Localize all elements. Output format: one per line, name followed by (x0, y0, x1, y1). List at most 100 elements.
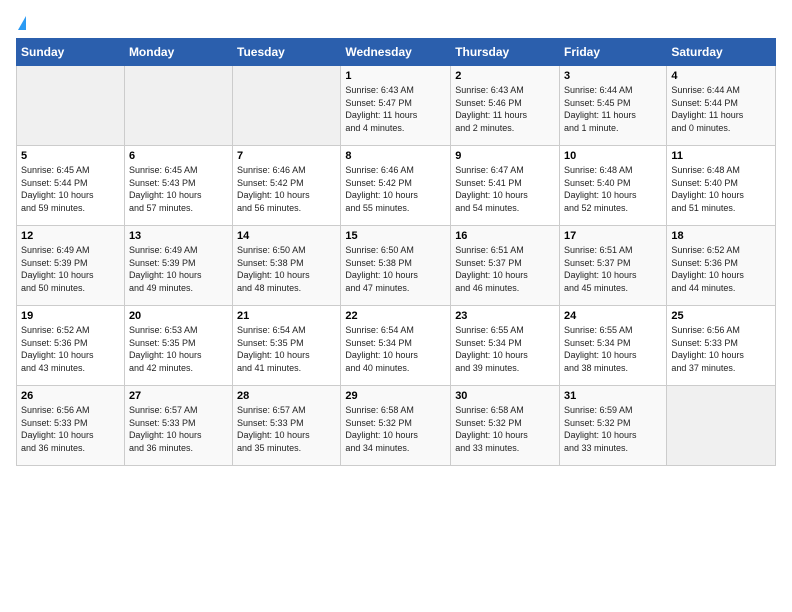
calendar-cell: 16 Sunrise: 6:51 AM Sunset: 5:37 PM Dayli… (451, 226, 560, 306)
day-number: 19 (21, 310, 120, 322)
week-row-3: 12 Sunrise: 6:49 AM Sunset: 5:39 PM Dayli… (17, 226, 776, 306)
day-number: 27 (129, 390, 228, 402)
calendar-cell: 4 Sunrise: 6:44 AM Sunset: 5:44 PM Daylig… (667, 66, 776, 146)
calendar-cell (17, 66, 125, 146)
day-info: Sunrise: 6:49 AM Sunset: 5:39 PM Dayligh… (129, 244, 228, 294)
day-info: Sunrise: 6:49 AM Sunset: 5:39 PM Dayligh… (21, 244, 120, 294)
calendar-cell (233, 66, 341, 146)
day-number: 13 (129, 230, 228, 242)
header-saturday: Saturday (667, 39, 776, 66)
day-info: Sunrise: 6:51 AM Sunset: 5:37 PM Dayligh… (564, 244, 662, 294)
day-info: Sunrise: 6:56 AM Sunset: 5:33 PM Dayligh… (671, 324, 771, 374)
day-info: Sunrise: 6:48 AM Sunset: 5:40 PM Dayligh… (671, 164, 771, 214)
day-number: 5 (21, 150, 120, 162)
calendar-header-row: SundayMondayTuesdayWednesdayThursdayFrid… (17, 39, 776, 66)
day-number: 28 (237, 390, 336, 402)
calendar-cell: 21Sunrise: 6:54 AM Sunset: 5:35 PM Dayli… (233, 306, 341, 386)
day-number: 25 (671, 310, 771, 322)
calendar-cell: 17 Sunrise: 6:51 AM Sunset: 5:37 PM Dayli… (560, 226, 667, 306)
day-number: 16 (455, 230, 555, 242)
calendar-cell: 8 Sunrise: 6:46 AM Sunset: 5:42 PM Daylig… (341, 146, 451, 226)
calendar-cell: 9 Sunrise: 6:47 AM Sunset: 5:41 PM Daylig… (451, 146, 560, 226)
week-row-5: 26 Sunrise: 6:56 AM Sunset: 5:33 PM Dayli… (17, 386, 776, 466)
day-info: Sunrise: 6:44 AM Sunset: 5:45 PM Dayligh… (564, 84, 662, 134)
calendar-table: SundayMondayTuesdayWednesdayThursdayFrid… (16, 38, 776, 466)
day-number: 6 (129, 150, 228, 162)
day-number: 11 (671, 150, 771, 162)
day-number: 22 (345, 310, 446, 322)
header-wednesday: Wednesday (341, 39, 451, 66)
day-info: Sunrise: 6:57 AM Sunset: 5:33 PM Dayligh… (129, 404, 228, 454)
day-number: 14 (237, 230, 336, 242)
calendar-cell: 7 Sunrise: 6:46 AM Sunset: 5:42 PM Daylig… (233, 146, 341, 226)
day-number: 1 (345, 70, 446, 82)
calendar-cell: 20Sunrise: 6:53 AM Sunset: 5:35 PM Dayli… (124, 306, 232, 386)
day-info: Sunrise: 6:58 AM Sunset: 5:32 PM Dayligh… (455, 404, 555, 454)
day-number: 17 (564, 230, 662, 242)
calendar-cell: 11 Sunrise: 6:48 AM Sunset: 5:40 PM Dayli… (667, 146, 776, 226)
calendar-cell: 6 Sunrise: 6:45 AM Sunset: 5:43 PM Daylig… (124, 146, 232, 226)
calendar-cell: 24 Sunrise: 6:55 AM Sunset: 5:34 PM Dayli… (560, 306, 667, 386)
calendar-cell: 22 Sunrise: 6:54 AM Sunset: 5:34 PM Dayli… (341, 306, 451, 386)
day-number: 29 (345, 390, 446, 402)
day-info: Sunrise: 6:54 AM Sunset: 5:35 PM Dayligh… (237, 324, 336, 374)
calendar-cell: 1Sunrise: 6:43 AM Sunset: 5:47 PM Daylig… (341, 66, 451, 146)
calendar-cell: 3 Sunrise: 6:44 AM Sunset: 5:45 PM Daylig… (560, 66, 667, 146)
day-info: Sunrise: 6:44 AM Sunset: 5:44 PM Dayligh… (671, 84, 771, 134)
calendar-cell: 13 Sunrise: 6:49 AM Sunset: 5:39 PM Dayli… (124, 226, 232, 306)
day-number: 12 (21, 230, 120, 242)
day-info: Sunrise: 6:52 AM Sunset: 5:36 PM Dayligh… (671, 244, 771, 294)
day-info: Sunrise: 6:52 AM Sunset: 5:36 PM Dayligh… (21, 324, 120, 374)
day-info: Sunrise: 6:50 AM Sunset: 5:38 PM Dayligh… (237, 244, 336, 294)
calendar-cell: 23Sunrise: 6:55 AM Sunset: 5:34 PM Dayli… (451, 306, 560, 386)
calendar-cell: 28 Sunrise: 6:57 AM Sunset: 5:33 PM Dayli… (233, 386, 341, 466)
calendar-cell: 5 Sunrise: 6:45 AM Sunset: 5:44 PM Daylig… (17, 146, 125, 226)
day-number: 31 (564, 390, 662, 402)
day-number: 18 (671, 230, 771, 242)
day-info: Sunrise: 6:50 AM Sunset: 5:38 PM Dayligh… (345, 244, 446, 294)
calendar-cell: 31Sunrise: 6:59 AM Sunset: 5:32 PM Dayli… (560, 386, 667, 466)
day-number: 30 (455, 390, 555, 402)
calendar-cell: 12 Sunrise: 6:49 AM Sunset: 5:39 PM Dayli… (17, 226, 125, 306)
week-row-4: 19 Sunrise: 6:52 AM Sunset: 5:36 PM Dayli… (17, 306, 776, 386)
day-info: Sunrise: 6:45 AM Sunset: 5:43 PM Dayligh… (129, 164, 228, 214)
calendar-cell: 29 Sunrise: 6:58 AM Sunset: 5:32 PM Dayli… (341, 386, 451, 466)
logo (16, 16, 26, 28)
calendar-cell: 26 Sunrise: 6:56 AM Sunset: 5:33 PM Dayli… (17, 386, 125, 466)
day-info: Sunrise: 6:53 AM Sunset: 5:35 PM Dayligh… (129, 324, 228, 374)
header-monday: Monday (124, 39, 232, 66)
calendar-cell (124, 66, 232, 146)
calendar-cell: 27 Sunrise: 6:57 AM Sunset: 5:33 PM Dayli… (124, 386, 232, 466)
day-info: Sunrise: 6:57 AM Sunset: 5:33 PM Dayligh… (237, 404, 336, 454)
day-info: Sunrise: 6:43 AM Sunset: 5:46 PM Dayligh… (455, 84, 555, 134)
day-info: Sunrise: 6:46 AM Sunset: 5:42 PM Dayligh… (345, 164, 446, 214)
day-info: Sunrise: 6:55 AM Sunset: 5:34 PM Dayligh… (564, 324, 662, 374)
week-row-1: 1Sunrise: 6:43 AM Sunset: 5:47 PM Daylig… (17, 66, 776, 146)
day-number: 4 (671, 70, 771, 82)
calendar-cell: 19 Sunrise: 6:52 AM Sunset: 5:36 PM Dayli… (17, 306, 125, 386)
calendar-cell: 18 Sunrise: 6:52 AM Sunset: 5:36 PM Dayli… (667, 226, 776, 306)
day-info: Sunrise: 6:48 AM Sunset: 5:40 PM Dayligh… (564, 164, 662, 214)
header-friday: Friday (560, 39, 667, 66)
day-number: 9 (455, 150, 555, 162)
calendar-cell: 14 Sunrise: 6:50 AM Sunset: 5:38 PM Dayli… (233, 226, 341, 306)
day-number: 3 (564, 70, 662, 82)
day-info: Sunrise: 6:51 AM Sunset: 5:37 PM Dayligh… (455, 244, 555, 294)
day-number: 7 (237, 150, 336, 162)
day-number: 26 (21, 390, 120, 402)
day-info: Sunrise: 6:56 AM Sunset: 5:33 PM Dayligh… (21, 404, 120, 454)
day-info: Sunrise: 6:45 AM Sunset: 5:44 PM Dayligh… (21, 164, 120, 214)
calendar-cell: 2 Sunrise: 6:43 AM Sunset: 5:46 PM Daylig… (451, 66, 560, 146)
calendar-cell (667, 386, 776, 466)
day-info: Sunrise: 6:58 AM Sunset: 5:32 PM Dayligh… (345, 404, 446, 454)
day-info: Sunrise: 6:54 AM Sunset: 5:34 PM Dayligh… (345, 324, 446, 374)
day-number: 24 (564, 310, 662, 322)
calendar-cell: 25 Sunrise: 6:56 AM Sunset: 5:33 PM Dayli… (667, 306, 776, 386)
week-row-2: 5 Sunrise: 6:45 AM Sunset: 5:44 PM Daylig… (17, 146, 776, 226)
day-info: Sunrise: 6:47 AM Sunset: 5:41 PM Dayligh… (455, 164, 555, 214)
day-info: Sunrise: 6:55 AM Sunset: 5:34 PM Dayligh… (455, 324, 555, 374)
day-number: 8 (345, 150, 446, 162)
day-info: Sunrise: 6:46 AM Sunset: 5:42 PM Dayligh… (237, 164, 336, 214)
calendar-cell: 15Sunrise: 6:50 AM Sunset: 5:38 PM Dayli… (341, 226, 451, 306)
day-number: 2 (455, 70, 555, 82)
